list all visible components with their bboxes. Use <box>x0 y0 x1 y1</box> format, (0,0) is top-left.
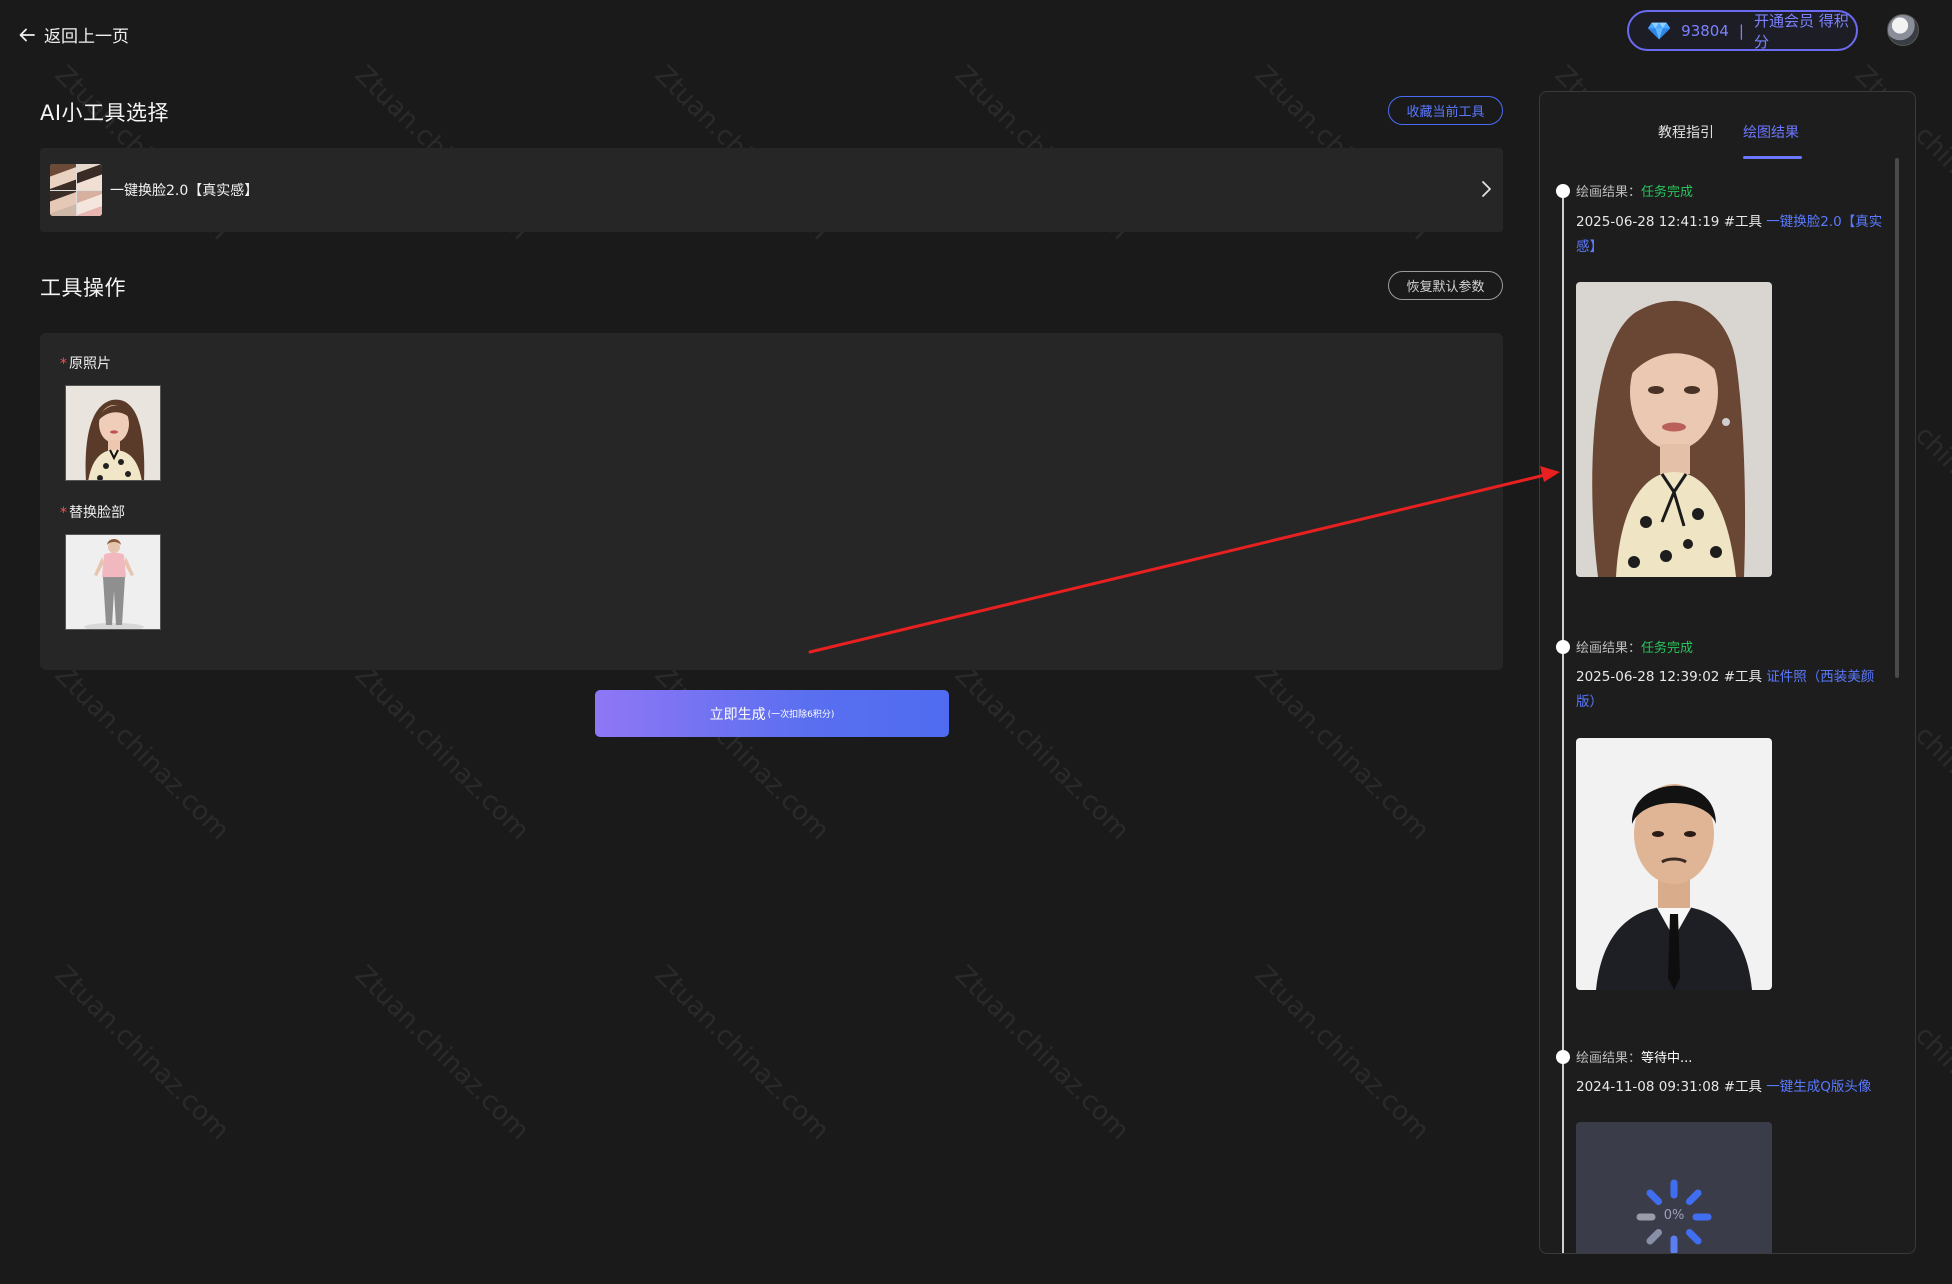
replace-face-upload[interactable] <box>65 534 161 630</box>
entry-status-label: 绘画结果： <box>1576 1051 1642 1066</box>
watermark-text: Ztuan.chinaz.com <box>348 660 535 846</box>
entry-datetime: 2024-11-08 09:31:08 <box>1576 1079 1720 1095</box>
diamond-icon <box>1647 22 1671 39</box>
entry-status: 绘画结果：任务完成 <box>1576 637 1693 656</box>
loading-placeholder: 0% <box>1576 1122 1772 1253</box>
entry-status-value: 等待中... <box>1641 1051 1693 1066</box>
watermark-text: Ztuan.chinaz.com <box>1248 960 1435 1146</box>
entry-status-label: 绘画结果： <box>1576 641 1642 656</box>
timeline-line <box>1562 191 1564 1253</box>
operation-panel: * 原照片 * 替换脸部 <box>40 333 1503 670</box>
original-photo-image <box>66 386 160 480</box>
watermark-text: Ztuan.chinaz.com <box>948 660 1135 846</box>
entry-status-value: 任务完成 <box>1641 185 1694 200</box>
result-image-id-photo <box>1576 738 1772 990</box>
original-photo-label-text: 原照片 <box>69 356 111 372</box>
generate-cost: (一次扣除6积分) <box>767 710 835 720</box>
entry-status-value: 任务完成 <box>1641 641 1694 656</box>
results-panel: 教程指引 绘图结果 绘画结果：任务完成 2025-06-28 12:41:19 … <box>1539 91 1916 1254</box>
result-image[interactable] <box>1576 282 1772 577</box>
entry-tool-link[interactable]: 一键生成Q版头像 <box>1766 1079 1871 1095</box>
points-separator: | <box>1738 21 1744 40</box>
active-tab-indicator <box>1743 156 1802 159</box>
points-value: 93804 <box>1681 21 1729 40</box>
entry-datetime: 2025-06-28 12:39:02 <box>1576 669 1720 685</box>
progress-text: 0% <box>1663 1208 1685 1223</box>
favorite-tool-button[interactable]: 收藏当前工具 <box>1388 96 1503 125</box>
required-mark: * <box>60 356 67 372</box>
tool-select-title: AI小工具选择 <box>40 101 170 125</box>
entry-status: 绘画结果：等待中... <box>1576 1047 1692 1066</box>
watermark-text: Ztuan.chinaz.com <box>48 660 235 846</box>
original-photo-upload[interactable] <box>65 385 161 481</box>
entry-status: 绘画结果：任务完成 <box>1576 181 1693 200</box>
back-button[interactable]: 返回上一页 <box>18 22 129 47</box>
entry-status-label: 绘画结果： <box>1576 185 1642 200</box>
watermark-text: Ztuan.chinaz.com <box>48 960 235 1146</box>
watermark-text: Ztuan.chinaz.com <box>1248 660 1435 846</box>
points-vip-button[interactable]: 93804 | 开通会员 得积分 <box>1627 10 1858 51</box>
timeline-dot <box>1556 640 1570 654</box>
result-image[interactable] <box>1576 738 1772 990</box>
results-tabs: 教程指引 绘图结果 <box>1540 122 1915 162</box>
watermark-text: Ztuan.chinaz.com <box>648 960 835 1146</box>
entry-meta: 2024-11-08 09:31:08 #工具 一键生成Q版头像 <box>1576 1075 1888 1100</box>
vip-label: 开通会员 得积分 <box>1753 11 1849 51</box>
reset-params-button[interactable]: 恢复默认参数 <box>1388 271 1503 300</box>
generate-label: 立即生成 <box>709 706 766 723</box>
entry-meta: 2025-06-28 12:41:19 #工具 一键换脸2.0【真实感】 <box>1576 210 1888 260</box>
timeline-dot <box>1556 1050 1570 1064</box>
timeline-dot <box>1556 184 1570 198</box>
entry-meta: 2025-06-28 12:39:02 #工具 证件照（西装美颜版） <box>1576 665 1888 715</box>
back-label: 返回上一页 <box>44 27 129 47</box>
user-avatar[interactable] <box>1887 14 1919 46</box>
spinner-icon <box>1636 1179 1712 1253</box>
tab-tutorial[interactable]: 教程指引 <box>1658 122 1714 142</box>
results-scrollbar[interactable] <box>1895 158 1899 678</box>
entry-tool-prefix: #工具 <box>1723 214 1762 230</box>
watermark-text: Ztuan.chinaz.com <box>948 960 1135 1146</box>
entry-tool-prefix: #工具 <box>1723 1079 1762 1095</box>
replace-face-image <box>66 535 160 629</box>
entry-tool-prefix: #工具 <box>1723 669 1762 685</box>
replace-face-label-text: 替换脸部 <box>69 505 125 521</box>
arrow-left-icon <box>19 28 35 41</box>
tool-selector[interactable]: 一键换脸2.0【真实感】 <box>40 148 1503 232</box>
tool-ops-title: 工具操作 <box>40 276 126 300</box>
tab-results[interactable]: 绘图结果 <box>1743 122 1799 142</box>
tool-thumbnail <box>50 164 102 216</box>
result-image-face-swap <box>1576 282 1772 577</box>
replace-face-label: * 替换脸部 <box>60 502 125 522</box>
watermark-text: Ztuan.chinaz.com <box>648 660 835 846</box>
selected-tool-name: 一键换脸2.0【真实感】 <box>110 183 259 199</box>
required-mark: * <box>60 505 67 521</box>
chevron-right-icon <box>1482 181 1491 197</box>
original-photo-label: * 原照片 <box>60 353 111 373</box>
watermark-text: Ztuan.chinaz.com <box>348 960 535 1146</box>
entry-datetime: 2025-06-28 12:41:19 <box>1576 214 1720 230</box>
generate-button[interactable]: 立即生成 (一次扣除6积分) <box>595 690 949 737</box>
